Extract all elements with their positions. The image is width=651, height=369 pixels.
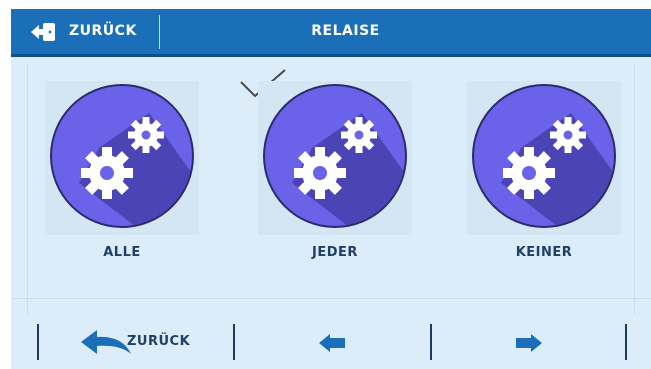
option-label: KEINER <box>515 245 573 260</box>
option-label: JEDER <box>312 245 358 260</box>
option-label: ALLE <box>103 245 141 260</box>
exit-door-icon <box>31 23 55 41</box>
footer-divider <box>625 324 627 360</box>
option-jeder[interactable]: JEDER <box>252 77 418 267</box>
previous-button[interactable] <box>235 318 430 369</box>
header-bar: ZURÜCK RELAISE <box>11 9 651 57</box>
header-back-label: ZURÜCK <box>69 23 137 39</box>
option-alle[interactable]: ALLE <box>39 77 205 267</box>
footer-bar: ZURÜCK <box>11 318 651 369</box>
option-keiner[interactable]: KEINER <box>461 77 627 267</box>
gears-icon <box>472 84 616 228</box>
grid-line <box>11 298 651 299</box>
gears-icon <box>50 84 194 228</box>
grid-line <box>27 64 28 314</box>
next-button[interactable] <box>432 318 625 369</box>
page-title: RELAISE <box>311 23 380 39</box>
gears-icon <box>263 84 407 228</box>
footer-back-button[interactable]: ZURÜCK <box>39 318 233 369</box>
grid-line <box>634 64 635 314</box>
screen: ZURÜCK RELAISE ALLE JEDER KEINER ZURÜCK <box>11 9 651 369</box>
arrow-left-icon <box>319 334 345 352</box>
header-back-button[interactable]: ZURÜCK <box>11 9 159 54</box>
arrow-right-icon <box>516 334 542 352</box>
footer-back-label: ZURÜCK <box>127 334 191 349</box>
